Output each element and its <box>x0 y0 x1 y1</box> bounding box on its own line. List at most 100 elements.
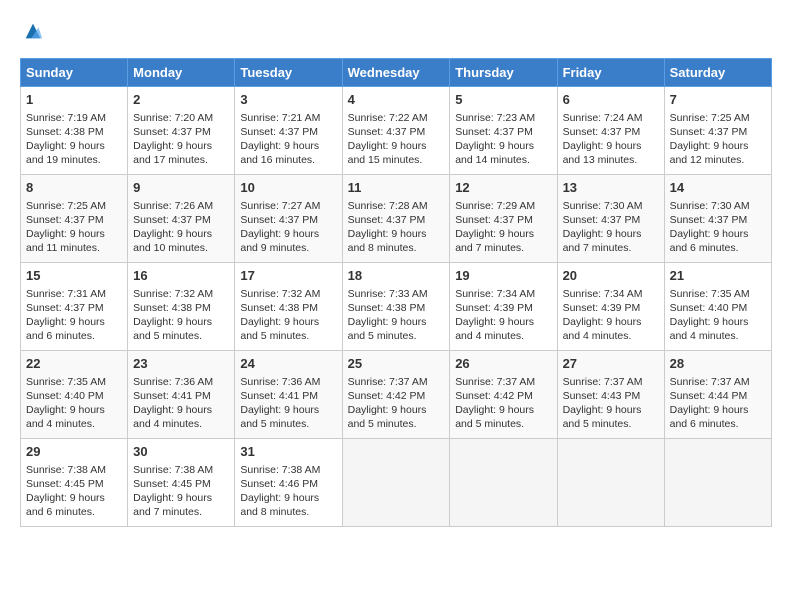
day-number: 28 <box>670 355 766 373</box>
day-number: 6 <box>563 91 659 109</box>
day-number: 8 <box>26 179 122 197</box>
day-info: Sunrise: 7:22 AMSunset: 4:37 PMDaylight:… <box>348 111 445 168</box>
weekday-friday: Friday <box>557 59 664 87</box>
calendar-cell: 29 Sunrise: 7:38 AMSunset: 4:45 PMDayligh… <box>21 439 128 527</box>
day-number: 31 <box>240 443 336 461</box>
calendar-cell: 16 Sunrise: 7:32 AMSunset: 4:38 PMDayligh… <box>128 263 235 351</box>
day-number: 22 <box>26 355 122 373</box>
day-number: 21 <box>670 267 766 285</box>
day-info: Sunrise: 7:38 AMSunset: 4:45 PMDaylight:… <box>133 463 229 520</box>
day-info: Sunrise: 7:34 AMSunset: 4:39 PMDaylight:… <box>455 287 551 344</box>
calendar-cell: 5 Sunrise: 7:23 AMSunset: 4:37 PMDaylight… <box>450 87 557 175</box>
day-number: 13 <box>563 179 659 197</box>
page: SundayMondayTuesdayWednesdayThursdayFrid… <box>0 0 792 537</box>
day-info: Sunrise: 7:38 AMSunset: 4:46 PMDaylight:… <box>240 463 336 520</box>
day-info: Sunrise: 7:36 AMSunset: 4:41 PMDaylight:… <box>133 375 229 432</box>
day-info: Sunrise: 7:30 AMSunset: 4:37 PMDaylight:… <box>563 199 659 256</box>
day-number: 5 <box>455 91 551 109</box>
calendar-cell <box>557 439 664 527</box>
day-number: 24 <box>240 355 336 373</box>
calendar-cell: 27Sunrise: 7:37 AMSunset: 4:43 PMDayligh… <box>557 351 664 439</box>
day-info: Sunrise: 7:26 AMSunset: 4:37 PMDaylight:… <box>133 199 229 256</box>
calendar-cell: 15Sunrise: 7:31 AMSunset: 4:37 PMDayligh… <box>21 263 128 351</box>
calendar-week-4: 22 Sunrise: 7:35 AMSunset: 4:40 PMDayligh… <box>21 351 772 439</box>
day-number: 10 <box>240 179 336 197</box>
day-number: 25 <box>348 355 445 373</box>
calendar-cell <box>450 439 557 527</box>
calendar-cell: 17 Sunrise: 7:32 AMSunset: 4:38 PMDayligh… <box>235 263 342 351</box>
calendar-cell: 13 Sunrise: 7:30 AMSunset: 4:37 PMDayligh… <box>557 175 664 263</box>
day-info: Sunrise: 7:32 AMSunset: 4:38 PMDaylight:… <box>133 287 229 344</box>
day-number: 19 <box>455 267 551 285</box>
calendar-cell: 31 Sunrise: 7:38 AMSunset: 4:46 PMDayligh… <box>235 439 342 527</box>
calendar-cell <box>664 439 771 527</box>
calendar-cell: 22 Sunrise: 7:35 AMSunset: 4:40 PMDayligh… <box>21 351 128 439</box>
day-number: 20 <box>563 267 659 285</box>
weekday-sunday: Sunday <box>21 59 128 87</box>
day-info: Sunrise: 7:36 AMSunset: 4:41 PMDaylight:… <box>240 375 336 432</box>
day-info: Sunrise: 7:28 AMSunset: 4:37 PMDaylight:… <box>348 199 445 256</box>
weekday-header-row: SundayMondayTuesdayWednesdayThursdayFrid… <box>21 59 772 87</box>
day-info: Sunrise: 7:33 AMSunset: 4:38 PMDaylight:… <box>348 287 445 344</box>
day-number: 26 <box>455 355 551 373</box>
day-info: Sunrise: 7:37 AMSunset: 4:44 PMDaylight:… <box>670 375 766 432</box>
calendar-cell: 8 Sunrise: 7:25 AMSunset: 4:37 PMDaylight… <box>21 175 128 263</box>
calendar-cell: 14Sunrise: 7:30 AMSunset: 4:37 PMDayligh… <box>664 175 771 263</box>
calendar-cell: 25Sunrise: 7:37 AMSunset: 4:42 PMDayligh… <box>342 351 450 439</box>
day-number: 16 <box>133 267 229 285</box>
calendar-cell: 4 Sunrise: 7:22 AMSunset: 4:37 PMDaylight… <box>342 87 450 175</box>
day-info: Sunrise: 7:25 AMSunset: 4:37 PMDaylight:… <box>670 111 766 168</box>
day-info: Sunrise: 7:23 AMSunset: 4:37 PMDaylight:… <box>455 111 551 168</box>
day-number: 2 <box>133 91 229 109</box>
calendar-cell: 28 Sunrise: 7:37 AMSunset: 4:44 PMDayligh… <box>664 351 771 439</box>
day-info: Sunrise: 7:31 AMSunset: 4:37 PMDaylight:… <box>26 287 122 344</box>
calendar-week-2: 8 Sunrise: 7:25 AMSunset: 4:37 PMDaylight… <box>21 175 772 263</box>
calendar-week-3: 15Sunrise: 7:31 AMSunset: 4:37 PMDayligh… <box>21 263 772 351</box>
day-info: Sunrise: 7:37 AMSunset: 4:43 PMDaylight:… <box>563 375 659 432</box>
calendar-cell: 20Sunrise: 7:34 AMSunset: 4:39 PMDayligh… <box>557 263 664 351</box>
day-info: Sunrise: 7:37 AMSunset: 4:42 PMDaylight:… <box>455 375 551 432</box>
calendar-week-1: 1 Sunrise: 7:19 AMSunset: 4:38 PMDaylight… <box>21 87 772 175</box>
day-info: Sunrise: 7:21 AMSunset: 4:37 PMDaylight:… <box>240 111 336 168</box>
calendar-cell: 2 Sunrise: 7:20 AMSunset: 4:37 PMDaylight… <box>128 87 235 175</box>
day-number: 14 <box>670 179 766 197</box>
calendar-cell <box>342 439 450 527</box>
day-number: 3 <box>240 91 336 109</box>
day-number: 18 <box>348 267 445 285</box>
day-number: 9 <box>133 179 229 197</box>
calendar-cell: 11 Sunrise: 7:28 AMSunset: 4:37 PMDayligh… <box>342 175 450 263</box>
logo-text <box>20 20 44 42</box>
calendar-cell: 10 Sunrise: 7:27 AMSunset: 4:37 PMDayligh… <box>235 175 342 263</box>
calendar-cell: 24 Sunrise: 7:36 AMSunset: 4:41 PMDayligh… <box>235 351 342 439</box>
calendar-cell: 23Sunrise: 7:36 AMSunset: 4:41 PMDayligh… <box>128 351 235 439</box>
day-info: Sunrise: 7:19 AMSunset: 4:38 PMDaylight:… <box>26 111 122 168</box>
day-number: 29 <box>26 443 122 461</box>
weekday-saturday: Saturday <box>664 59 771 87</box>
day-info: Sunrise: 7:24 AMSunset: 4:37 PMDaylight:… <box>563 111 659 168</box>
day-info: Sunrise: 7:27 AMSunset: 4:37 PMDaylight:… <box>240 199 336 256</box>
day-info: Sunrise: 7:32 AMSunset: 4:38 PMDaylight:… <box>240 287 336 344</box>
calendar-cell: 30 Sunrise: 7:38 AMSunset: 4:45 PMDayligh… <box>128 439 235 527</box>
weekday-wednesday: Wednesday <box>342 59 450 87</box>
header <box>20 20 772 42</box>
weekday-thursday: Thursday <box>450 59 557 87</box>
calendar-cell: 12Sunrise: 7:29 AMSunset: 4:37 PMDayligh… <box>450 175 557 263</box>
calendar-cell: 26 Sunrise: 7:37 AMSunset: 4:42 PMDayligh… <box>450 351 557 439</box>
day-number: 11 <box>348 179 445 197</box>
day-info: Sunrise: 7:35 AMSunset: 4:40 PMDaylight:… <box>670 287 766 344</box>
day-number: 30 <box>133 443 229 461</box>
day-number: 17 <box>240 267 336 285</box>
day-info: Sunrise: 7:25 AMSunset: 4:37 PMDaylight:… <box>26 199 122 256</box>
day-number: 1 <box>26 91 122 109</box>
weekday-monday: Monday <box>128 59 235 87</box>
day-info: Sunrise: 7:38 AMSunset: 4:45 PMDaylight:… <box>26 463 122 520</box>
day-info: Sunrise: 7:35 AMSunset: 4:40 PMDaylight:… <box>26 375 122 432</box>
day-info: Sunrise: 7:29 AMSunset: 4:37 PMDaylight:… <box>455 199 551 256</box>
day-info: Sunrise: 7:20 AMSunset: 4:37 PMDaylight:… <box>133 111 229 168</box>
calendar-cell: 7Sunrise: 7:25 AMSunset: 4:37 PMDaylight… <box>664 87 771 175</box>
calendar-cell: 9 Sunrise: 7:26 AMSunset: 4:37 PMDaylight… <box>128 175 235 263</box>
day-number: 4 <box>348 91 445 109</box>
logo-icon <box>22 20 44 42</box>
calendar-cell: 21 Sunrise: 7:35 AMSunset: 4:40 PMDayligh… <box>664 263 771 351</box>
calendar-cell: 19 Sunrise: 7:34 AMSunset: 4:39 PMDayligh… <box>450 263 557 351</box>
